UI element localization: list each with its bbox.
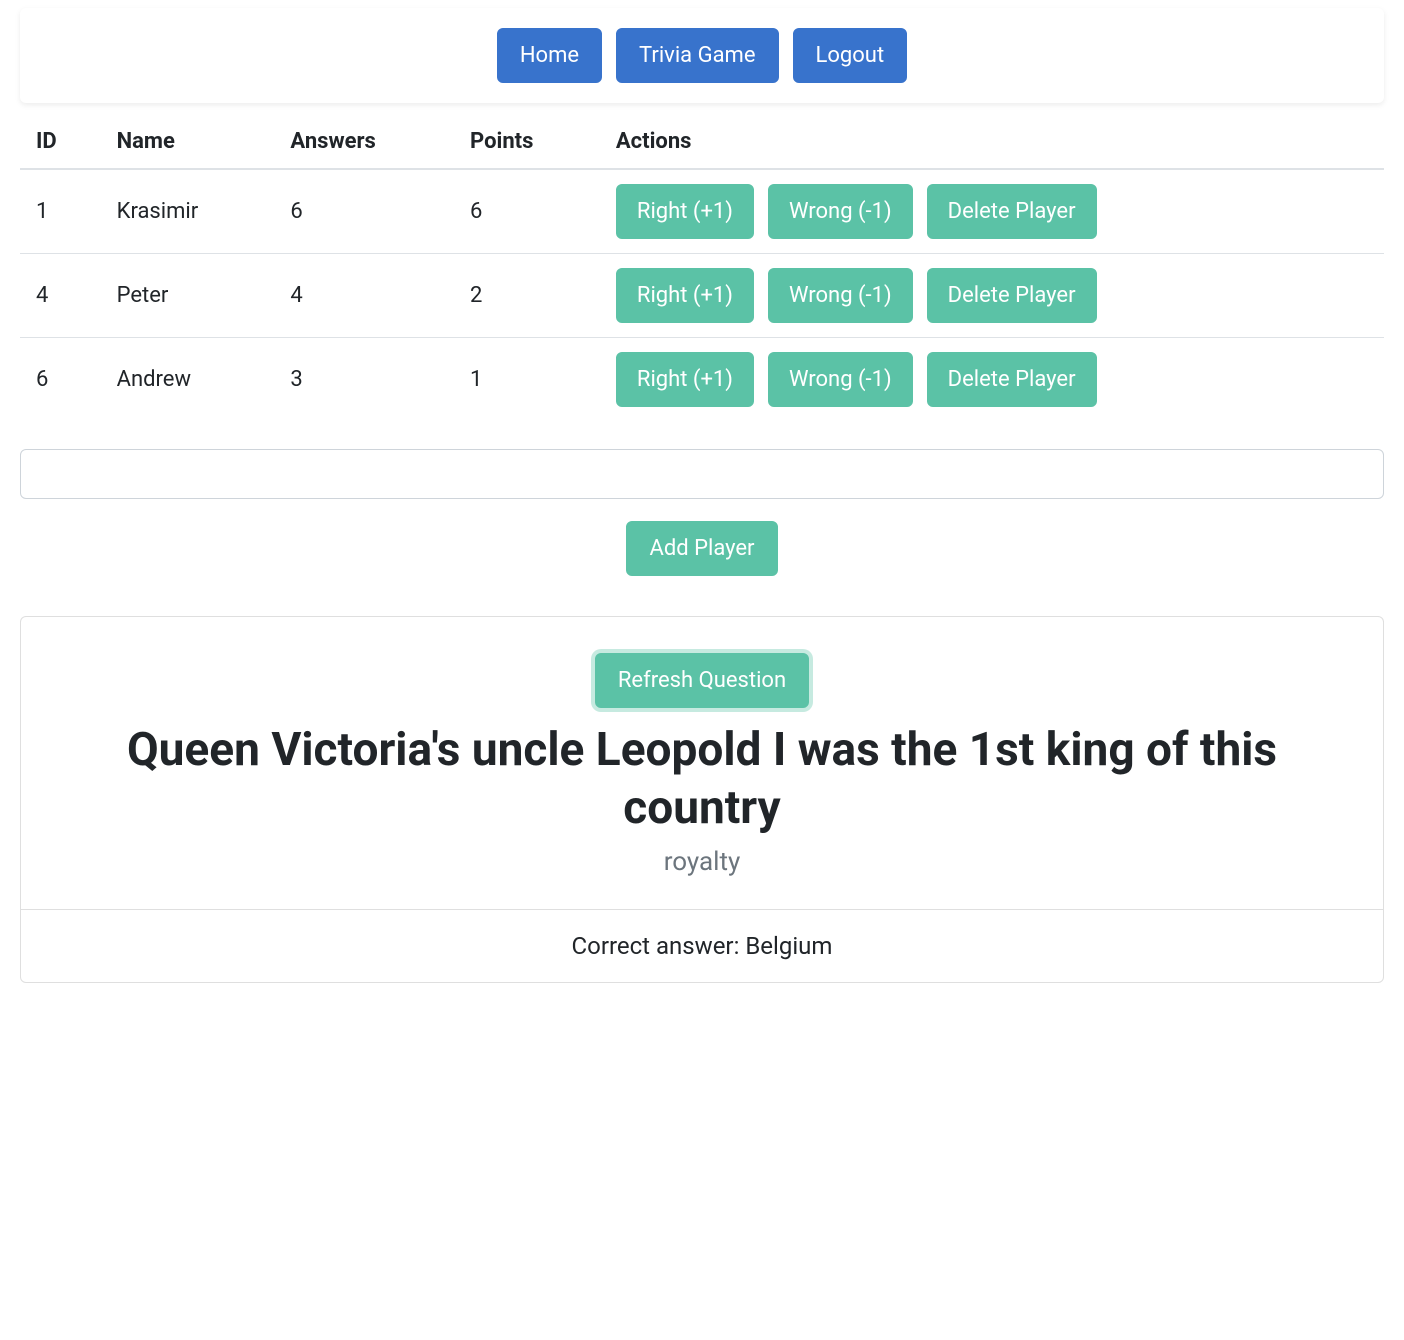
cell-points: 6: [454, 169, 600, 254]
add-player-input-row: [20, 449, 1384, 499]
right-button[interactable]: Right (+1): [616, 352, 754, 407]
navbar: Home Trivia Game Logout: [20, 8, 1384, 103]
wrong-button[interactable]: Wrong (-1): [768, 184, 913, 239]
cell-id: 6: [20, 338, 101, 422]
cell-name: Andrew: [101, 338, 275, 422]
right-button[interactable]: Right (+1): [616, 268, 754, 323]
th-actions: Actions: [600, 115, 1384, 169]
cell-id: 4: [20, 254, 101, 338]
add-player-button[interactable]: Add Player: [626, 521, 777, 576]
question-category: royalty: [49, 847, 1355, 877]
th-id: ID: [20, 115, 101, 169]
table-row: 4Peter42Right (+1)Wrong (-1)Delete Playe…: [20, 254, 1384, 338]
cell-name: Krasimir: [101, 169, 275, 254]
th-answers: Answers: [274, 115, 454, 169]
cell-answers: 4: [274, 254, 454, 338]
nav-home-button[interactable]: Home: [497, 28, 602, 83]
player-name-input[interactable]: [20, 449, 1384, 499]
nav-logout-button[interactable]: Logout: [793, 28, 908, 83]
cell-actions: Right (+1) Wrong (-1) Delete Player: [600, 254, 1384, 338]
nav-trivia-button[interactable]: Trivia Game: [616, 28, 778, 83]
right-button[interactable]: Right (+1): [616, 184, 754, 239]
cell-name: Peter: [101, 254, 275, 338]
delete-player-button[interactable]: Delete Player: [927, 184, 1097, 239]
delete-player-button[interactable]: Delete Player: [927, 352, 1097, 407]
question-answer: Correct answer: Belgium: [21, 909, 1383, 982]
cell-actions: Right (+1) Wrong (-1) Delete Player: [600, 338, 1384, 422]
th-name: Name: [101, 115, 275, 169]
wrong-button[interactable]: Wrong (-1): [768, 352, 913, 407]
cell-id: 1: [20, 169, 101, 254]
cell-points: 1: [454, 338, 600, 422]
players-table: ID Name Answers Points Actions 1Krasimir…: [20, 115, 1384, 421]
answer-value: Belgium: [745, 932, 832, 960]
th-points: Points: [454, 115, 600, 169]
cell-points: 2: [454, 254, 600, 338]
delete-player-button[interactable]: Delete Player: [927, 268, 1097, 323]
answer-prefix: Correct answer:: [572, 932, 746, 960]
refresh-question-button[interactable]: Refresh Question: [595, 653, 809, 708]
question-text: Queen Victoria's uncle Leopold I was the…: [49, 722, 1355, 837]
cell-answers: 3: [274, 338, 454, 422]
add-player-row: Add Player: [20, 521, 1384, 576]
table-row: 6Andrew31 Right (+1) Wrong (-1) Delete Play…: [20, 338, 1384, 422]
question-card: Refresh Question Queen Victoria's uncle …: [20, 616, 1384, 983]
wrong-button[interactable]: Wrong (-1): [768, 268, 913, 323]
cell-answers: 6: [274, 169, 454, 254]
cell-actions: Right (+1) Wrong (-1) Delete Player: [600, 169, 1384, 254]
table-row: 1Krasimir66Right (+1)Wrong (-1)Delete Pl…: [20, 169, 1384, 254]
